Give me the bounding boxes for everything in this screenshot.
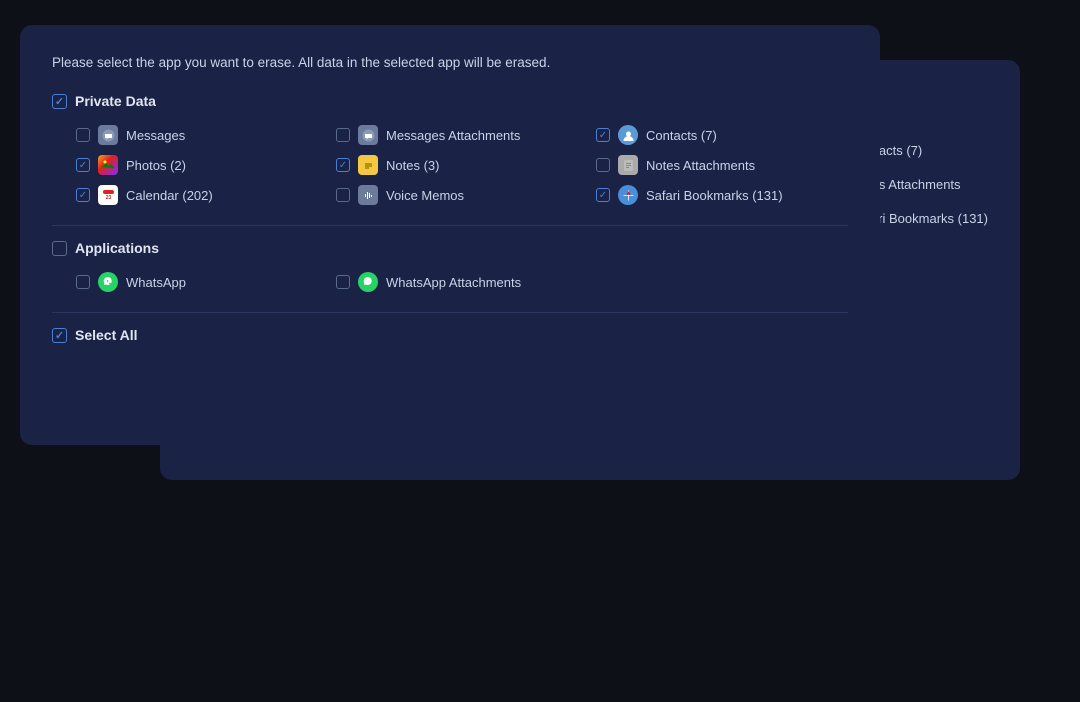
contacts-icon bbox=[618, 125, 638, 145]
calendar-checkbox[interactable]: ✓ bbox=[76, 188, 90, 202]
voice-memos-label: Voice Memos bbox=[386, 188, 464, 203]
bottom-divider bbox=[52, 312, 848, 313]
messages-attach-label: Messages Attachments bbox=[386, 128, 520, 143]
voice-memos-item: Voice Memos bbox=[336, 185, 588, 205]
notes-attach-icon bbox=[618, 155, 638, 175]
whatsapp-checkbox[interactable] bbox=[76, 275, 90, 289]
messages-icon bbox=[98, 125, 118, 145]
whatsapp-attach-item: WhatsApp Attachments bbox=[336, 272, 588, 292]
main-description: Please select the app you want to erase.… bbox=[52, 53, 848, 73]
calendar-item: ✓ 23 Calendar (202) bbox=[76, 185, 328, 205]
whatsapp-icon bbox=[98, 272, 118, 292]
safari-label: Safari Bookmarks (131) bbox=[646, 188, 783, 203]
section-divider bbox=[52, 225, 848, 226]
front-panel: Please select the app you want to erase.… bbox=[20, 25, 880, 445]
notes-label: Notes (3) bbox=[386, 158, 439, 173]
select-all-checkbox[interactable]: ✓ bbox=[52, 328, 67, 343]
whatsapp-attach-checkbox[interactable] bbox=[336, 275, 350, 289]
messages-attach-checkbox[interactable] bbox=[336, 128, 350, 142]
safari-icon bbox=[618, 185, 638, 205]
applications-grid: WhatsApp WhatsApp Attachments bbox=[52, 272, 848, 292]
safari-checkbox[interactable]: ✓ bbox=[596, 188, 610, 202]
messages-item: Messages bbox=[76, 125, 328, 145]
select-all-label: Select All bbox=[75, 327, 138, 343]
private-data-grid: Messages Messages Attachments ✓ Contacts… bbox=[52, 125, 848, 205]
whatsapp-attach-label: WhatsApp Attachments bbox=[386, 275, 521, 290]
notes-icon bbox=[358, 155, 378, 175]
contacts-checkbox[interactable]: ✓ bbox=[596, 128, 610, 142]
svg-text:23: 23 bbox=[105, 195, 111, 201]
whatsapp-label: WhatsApp bbox=[126, 275, 186, 290]
photos-icon bbox=[98, 155, 118, 175]
private-data-label: Private Data bbox=[75, 93, 156, 109]
private-data-section-header: ✓ Private Data bbox=[52, 93, 848, 109]
photos-checkbox[interactable]: ✓ bbox=[76, 158, 90, 172]
notes-attach-label: Notes Attachments bbox=[646, 158, 755, 173]
photos-label: Photos (2) bbox=[126, 158, 186, 173]
whatsapp-attach-icon bbox=[358, 272, 378, 292]
calendar-icon: 23 bbox=[98, 185, 118, 205]
messages-label: Messages bbox=[126, 128, 185, 143]
messages-attach-item: Messages Attachments bbox=[336, 125, 588, 145]
voice-memos-icon bbox=[358, 185, 378, 205]
calendar-label: Calendar (202) bbox=[126, 188, 213, 203]
applications-label: Applications bbox=[75, 240, 159, 256]
photos-item: ✓ Photos (2) bbox=[76, 155, 328, 175]
applications-section-header: Applications bbox=[52, 240, 848, 256]
whatsapp-item: WhatsApp bbox=[76, 272, 328, 292]
contacts-item: ✓ Contacts (7) bbox=[596, 125, 848, 145]
notes-item: ✓ Notes (3) bbox=[336, 155, 588, 175]
messages-attach-icon bbox=[358, 125, 378, 145]
messages-checkbox[interactable] bbox=[76, 128, 90, 142]
private-data-checkbox[interactable]: ✓ bbox=[52, 94, 67, 109]
select-all-section: ✓ Select All bbox=[52, 327, 848, 343]
applications-checkbox[interactable] bbox=[52, 241, 67, 256]
notes-checkbox[interactable]: ✓ bbox=[336, 158, 350, 172]
contacts-label: Contacts (7) bbox=[646, 128, 717, 143]
safari-item: ✓ Safari Bookmarks (131) bbox=[596, 185, 848, 205]
voice-memos-checkbox[interactable] bbox=[336, 188, 350, 202]
notes-attach-item: Notes Attachments bbox=[596, 155, 848, 175]
notes-attach-checkbox[interactable] bbox=[596, 158, 610, 172]
